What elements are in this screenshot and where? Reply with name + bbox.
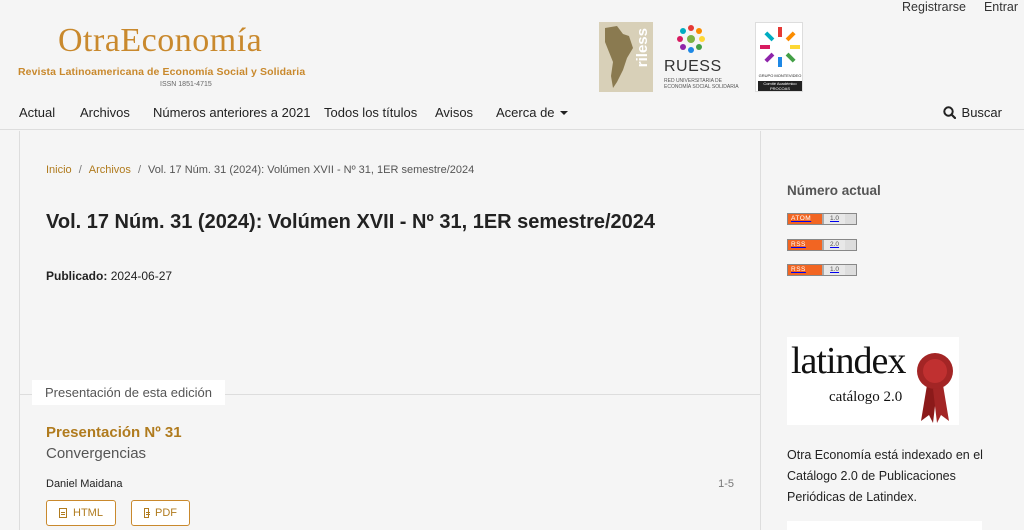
procoas-name: PROCOAS — [769, 86, 790, 91]
procoas-bar: Comité Académico PROCOAS — [758, 81, 802, 91]
rss1-feed-button[interactable]: RSS 1.0 — [787, 264, 857, 276]
nav-item-acerca-de[interactable]: Acerca de — [496, 105, 568, 120]
ruess-subtitle: RED UNIVERSITARIA DE ECONOMÍA SOCIAL SOL… — [664, 78, 739, 90]
procoas-group: GRUPO MONTEVIDEO — [758, 73, 802, 78]
breadcrumb-home[interactable]: Inicio — [46, 164, 72, 176]
breadcrumb-separator: / — [78, 164, 82, 176]
search-label: Buscar — [961, 105, 1002, 120]
article-pages: 1-5 — [718, 478, 734, 490]
site-header: OtraEconomía Revista Latinoamericana de … — [0, 0, 1024, 98]
html-galley-button[interactable]: HTML — [46, 500, 116, 526]
breadcrumb-current: Vol. 17 Núm. 31 (2024): Volúmen XVII - N… — [148, 164, 475, 176]
nav-item-actual[interactable]: Actual — [19, 105, 55, 120]
ruess-flower-icon — [677, 25, 705, 53]
procoas-logo[interactable]: GRUPO MONTEVIDEO Comité Académico PROCOA… — [755, 22, 803, 92]
published-label: Publicado: — [46, 269, 108, 283]
feed-version: 1.0 — [822, 265, 846, 275]
caret-down-icon — [559, 111, 568, 115]
logo-subtitle: Revista Latinoamericana de Economía Soci… — [18, 66, 306, 78]
current-issue-title: Número actual — [787, 183, 881, 198]
page-title: Vol. 17 Núm. 31 (2024): Volúmen XVII - N… — [46, 211, 656, 233]
feed-version: 2.0 — [822, 240, 846, 250]
sidebar: Número actual ATOM 1.0 RSS 2.0 RSS 1.0 l… — [762, 131, 1024, 530]
feed-type: RSS — [788, 265, 822, 275]
html-galley-label: HTML — [73, 507, 103, 519]
rss2-feed-button[interactable]: RSS 2.0 — [787, 239, 857, 251]
award-seal-icon — [917, 353, 953, 423]
sidebar-next-block — [787, 521, 982, 530]
riless-logo[interactable]: riless — [599, 22, 653, 92]
ruess-sub-line-2: ECONOMÍA SOCIAL SOLIDARIA — [664, 84, 739, 90]
breadcrumb-separator: / — [137, 164, 141, 176]
file-icon — [59, 508, 67, 518]
published-date: Publicado: 2024-06-27 — [46, 269, 172, 283]
logo-name: OtraEconomía — [58, 22, 263, 59]
article-author: Daniel Maidana — [46, 478, 123, 490]
ruess-name: RUESS — [664, 58, 722, 75]
file-pdf-icon — [144, 508, 150, 518]
article-title[interactable]: Presentación Nº 31 — [46, 424, 182, 441]
nav-item-acerca-de-label: Acerca de — [496, 105, 555, 120]
riless-text: riless — [634, 28, 651, 68]
site-logo[interactable]: OtraEconomía Revista Latinoamericana de … — [18, 18, 308, 92]
latindex-name: latindex — [791, 340, 906, 382]
breadcrumb-archives[interactable]: Archivos — [89, 164, 131, 176]
breadcrumb: Inicio / Archivos / Vol. 17 Núm. 31 (2024): … — [46, 164, 474, 176]
feed-type: ATOM — [788, 214, 822, 224]
nav-item-todos-los-titulos[interactable]: Todos los títulos — [324, 105, 417, 120]
procoas-flower-icon — [760, 27, 800, 67]
nav-item-numeros-anteriores[interactable]: Números anteriores a 2021 — [153, 105, 311, 120]
nav-item-avisos[interactable]: Avisos — [435, 105, 473, 120]
latindex-catalog: catálogo 2.0 — [829, 389, 903, 405]
latindex-description: Otra Economía está indexado en el Catálo… — [787, 448, 983, 504]
main-content: Inicio / Archivos / Vol. 17 Núm. 31 (2024): … — [19, 131, 761, 530]
pdf-galley-button[interactable]: PDF — [131, 500, 190, 526]
primary-nav: Actual Archivos Números anteriores a 202… — [0, 98, 1024, 130]
search-icon — [942, 106, 956, 119]
latindex-logo[interactable]: latindex catálogo 2.0 — [787, 337, 959, 425]
nav-item-archivos[interactable]: Archivos — [80, 105, 130, 120]
logo-issn: ISSN 1851-4715 — [160, 81, 212, 88]
pdf-galley-label: PDF — [155, 507, 177, 519]
atom-feed-button[interactable]: ATOM 1.0 — [787, 213, 857, 225]
published-value: 2024-06-27 — [110, 269, 173, 283]
feed-type: RSS — [788, 240, 822, 250]
ruess-logo[interactable]: RUESS RED UNIVERSITARIA DE ECONOMÍA SOCI… — [664, 22, 746, 94]
article-subtitle: Convergencias — [46, 445, 147, 462]
feed-version: 1.0 — [822, 214, 846, 224]
section-title: Presentación de esta edición — [32, 380, 225, 405]
search-link[interactable]: Buscar — [942, 105, 1002, 120]
